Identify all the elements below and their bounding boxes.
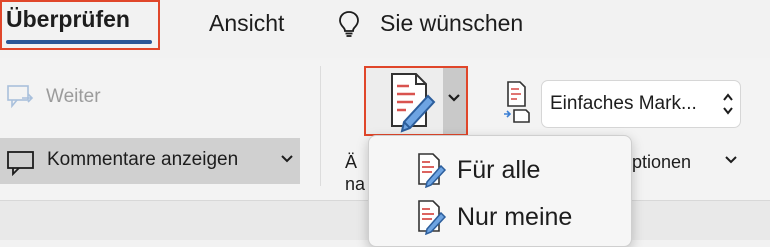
lightbulb-icon [339, 11, 359, 37]
menu-item-label: Für alle [457, 156, 541, 184]
track-changes-menu: Für alle Nur meine [368, 135, 632, 247]
tell-me-search[interactable]: Sie wünschen [338, 8, 568, 38]
select-arrows-icon [723, 93, 733, 115]
chevron-down-icon[interactable] [280, 154, 294, 164]
markup-select-value: Einfaches Mark... [550, 93, 697, 114]
menu-item-fuer-alle[interactable]: Für alle [369, 148, 631, 192]
track-changes-label-line2: na [345, 174, 366, 194]
chevron-down-icon [448, 94, 460, 102]
next-comment-button[interactable]: Weiter [6, 82, 101, 112]
active-tab-underline [6, 40, 152, 44]
next-comment-label: Weiter [46, 86, 101, 107]
tell-me-label: Sie wünschen [380, 10, 524, 36]
track-changes-button[interactable] [364, 66, 468, 136]
track-changes-label-line1: Ä [345, 152, 358, 172]
track-changes-icon [391, 73, 436, 133]
markup-display-icon [504, 81, 530, 123]
ribbon-tab-bar: Überprüfen Ansicht Sie wünschen [0, 0, 770, 58]
next-comment-icon [7, 85, 34, 109]
tab-ansicht[interactable]: Ansicht [209, 8, 284, 38]
track-changes-icon [418, 153, 447, 188]
markup-options-label[interactable]: optionen [622, 152, 691, 173]
comment-icon [7, 151, 34, 176]
track-changes-icon [418, 200, 447, 235]
track-changes-dropdown-toggle[interactable] [443, 68, 466, 134]
chevron-down-icon[interactable] [724, 155, 738, 165]
tab-ueberpruefen-label: Überprüfen [6, 6, 130, 32]
menu-item-nur-meine[interactable]: Nur meine [369, 195, 631, 239]
menu-item-label: Nur meine [457, 203, 573, 231]
markup-view-select[interactable]: Einfaches Mark... [541, 80, 741, 128]
tab-ueberpruefen[interactable]: Überprüfen [0, 0, 160, 50]
show-comments-button[interactable]: Kommentare anzeigen [0, 138, 300, 184]
ribbon-separator [320, 66, 321, 186]
show-comments-label: Kommentare anzeigen [47, 149, 239, 170]
